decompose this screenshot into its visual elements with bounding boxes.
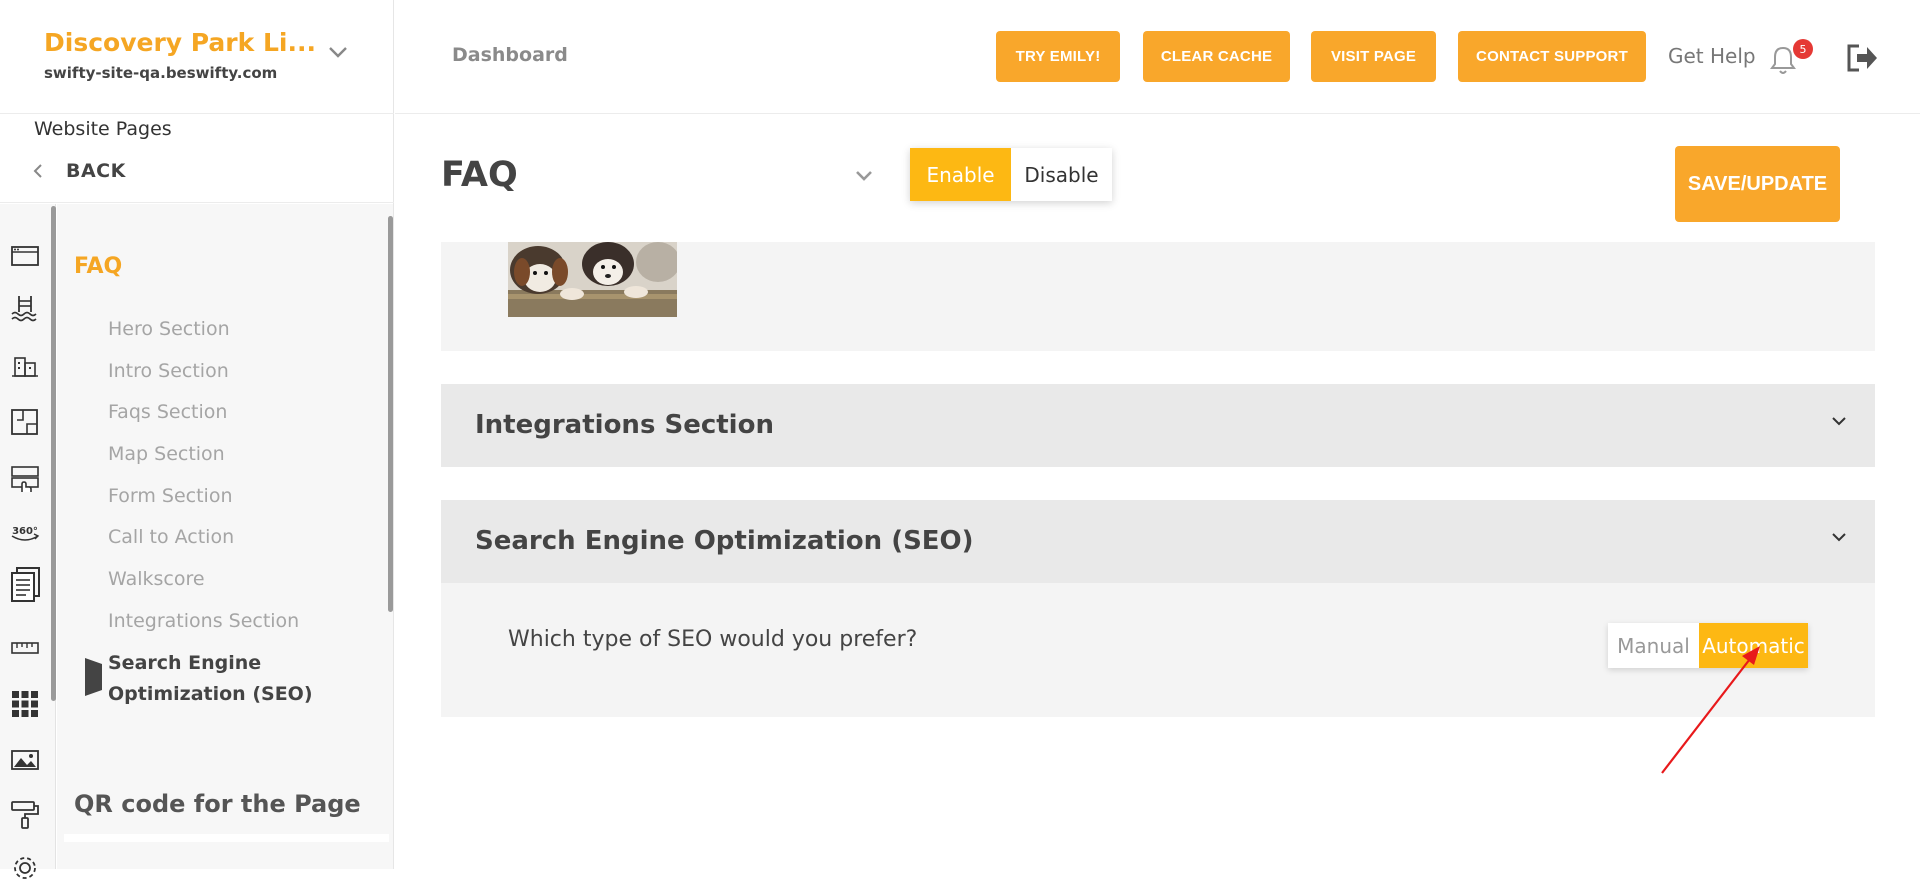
seo-type-question: Which type of SEO would you prefer? — [508, 627, 918, 652]
breadcrumb[interactable]: Dashboard — [452, 44, 568, 66]
document-pages-icon[interactable] — [9, 566, 43, 604]
active-section-marker — [85, 658, 102, 696]
svg-text:360°: 360° — [12, 526, 38, 537]
save-update-button[interactable]: SAVE/UPDATE — [1675, 146, 1840, 222]
chevron-down-icon[interactable] — [324, 38, 352, 66]
seo-section-header[interactable]: Search Engine Optimization (SEO) — [441, 500, 1875, 583]
icon-rail: 360° — [0, 204, 56, 879]
page-status-toggle: Enable Disable — [910, 148, 1112, 201]
section-item-faqs[interactable]: Faqs Section — [108, 401, 227, 423]
current-page-name: FAQ — [74, 254, 123, 279]
image-gallery-icon[interactable] — [9, 744, 41, 776]
grid-apps-icon[interactable] — [9, 688, 41, 720]
divider — [0, 202, 394, 203]
chevron-down-icon[interactable] — [1828, 410, 1850, 432]
annotation-arrow-icon — [1661, 646, 1760, 774]
rail-scrollbar[interactable] — [51, 206, 56, 701]
get-help-link[interactable]: Get Help — [1668, 44, 1756, 68]
section-item-integrations[interactable]: Integrations Section — [108, 610, 299, 632]
visit-page-button[interactable]: VISIT PAGE — [1311, 31, 1436, 82]
disable-option[interactable]: Disable — [1011, 148, 1112, 201]
back-label: BACK — [66, 160, 126, 182]
clear-cache-button[interactable]: CLEAR CACHE — [1143, 31, 1290, 82]
browser-window-icon[interactable] — [9, 240, 41, 272]
sidebar: Discovery Park Li... swifty-site-qa.besw… — [0, 0, 394, 879]
seo-section-title: Search Engine Optimization (SEO) — [475, 526, 974, 556]
chevron-left-icon — [33, 164, 42, 178]
section-item-call-to-action[interactable]: Call to Action — [108, 526, 234, 548]
site-name: Discovery Park Li... — [44, 28, 316, 57]
section-item-walkscore[interactable]: Walkscore — [108, 568, 205, 590]
integrations-section-header[interactable]: Integrations Section — [441, 384, 1875, 467]
section-item-seo[interactable]: Search Engine Optimization (SEO) — [108, 648, 378, 710]
settings-gear-icon[interactable] — [9, 852, 41, 884]
top-bar: Dashboard TRY EMILY! CLEAR CACHE VISIT P… — [395, 0, 1920, 114]
qr-code-title: QR code for the Page — [74, 790, 361, 818]
contact-support-button[interactable]: CONTACT SUPPORT — [1458, 31, 1646, 82]
notification-badge: 5 — [1793, 39, 1813, 59]
paint-roller-icon[interactable] — [9, 798, 41, 830]
integrations-section-title: Integrations Section — [475, 410, 774, 440]
360-view-icon[interactable]: 360° — [9, 518, 41, 550]
site-switcher[interactable]: Discovery Park Li... swifty-site-qa.besw… — [0, 0, 394, 114]
logout-icon[interactable] — [1845, 42, 1879, 74]
section-item-form[interactable]: Form Section — [108, 485, 233, 507]
section-image — [508, 242, 677, 317]
page-select-chevron-icon[interactable] — [853, 164, 875, 186]
enable-option[interactable]: Enable — [910, 148, 1011, 201]
chevron-down-icon[interactable] — [1828, 526, 1850, 548]
section-item-map[interactable]: Map Section — [108, 443, 225, 465]
back-button[interactable]: BACK — [30, 156, 126, 186]
site-url: swifty-site-qa.beswifty.com — [44, 64, 278, 82]
try-emily-button[interactable]: TRY EMILY! — [996, 31, 1120, 82]
section-item-intro[interactable]: Intro Section — [108, 360, 229, 382]
pool-icon[interactable] — [9, 292, 41, 324]
ruler-icon[interactable] — [9, 632, 41, 664]
website-pages-label: Website Pages — [34, 118, 172, 140]
qr-code-panel — [64, 834, 389, 842]
section-item-hero[interactable]: Hero Section — [108, 318, 230, 340]
amenities-icon[interactable] — [9, 462, 41, 494]
section-scrollbar[interactable] — [388, 216, 393, 612]
buildings-icon[interactable] — [9, 350, 41, 382]
floorplan-icon[interactable] — [9, 406, 41, 438]
page-title: FAQ — [441, 155, 518, 195]
